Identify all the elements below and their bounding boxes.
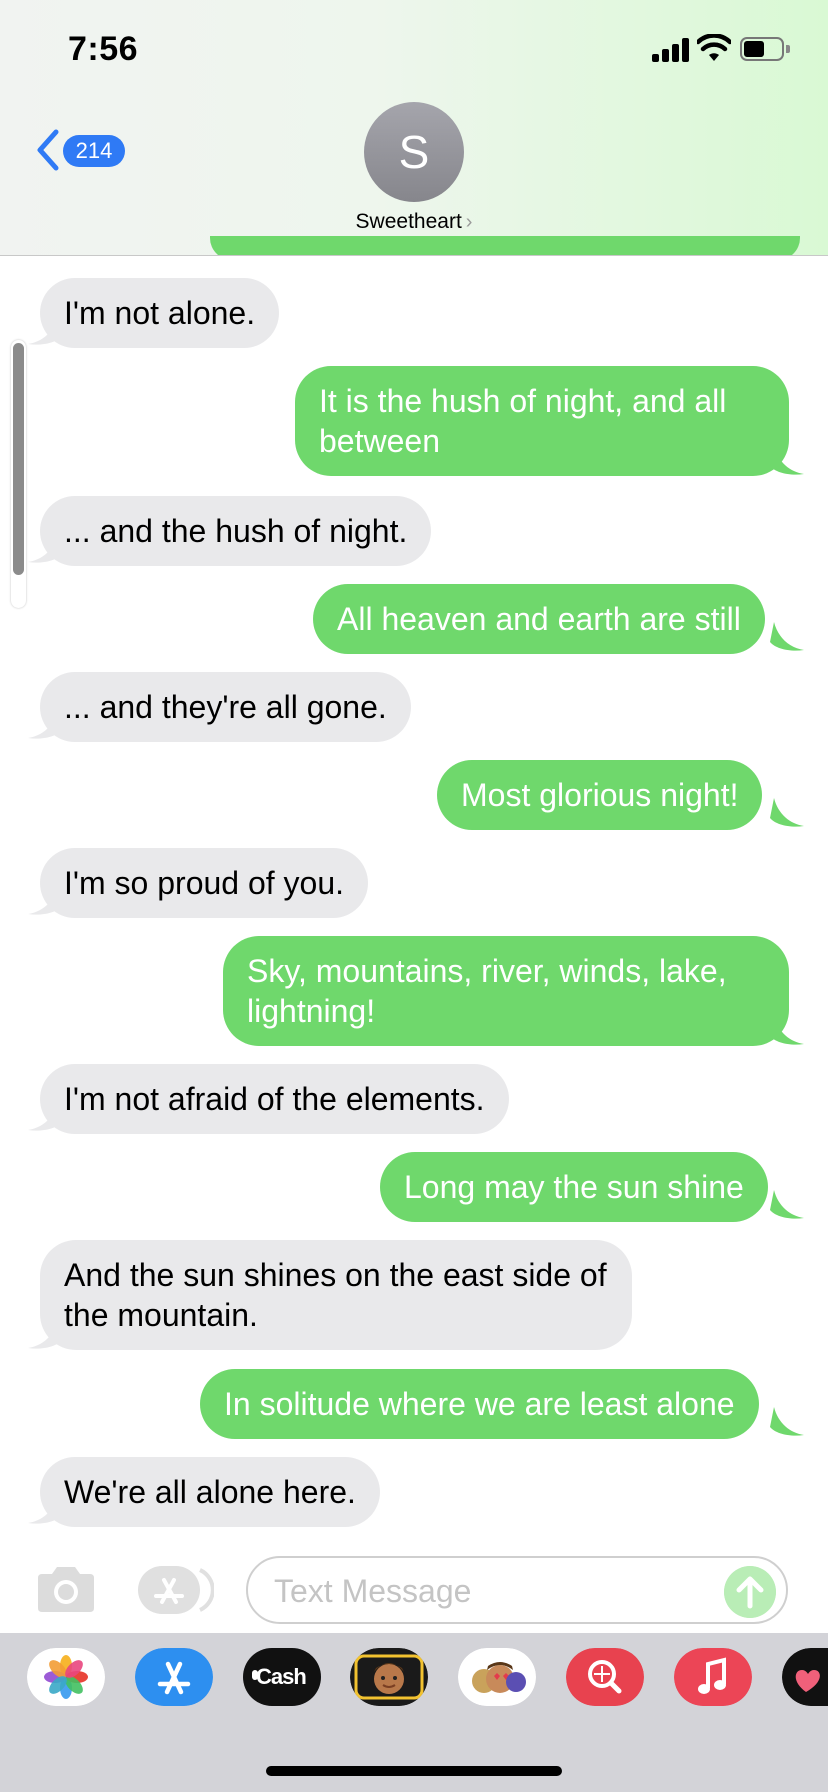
- back-button[interactable]: 214: [30, 128, 126, 172]
- contact-name: Sweetheart: [355, 210, 462, 233]
- contact-name-button[interactable]: Sweetheart ›: [300, 210, 528, 234]
- received-message[interactable]: ... and the hush of night.: [40, 496, 432, 566]
- received-message[interactable]: I'm not alone.: [40, 278, 280, 348]
- image-search-icon[interactable]: [566, 1648, 644, 1706]
- received-message[interactable]: I'm not afraid of the elements.: [40, 1064, 509, 1134]
- bubble-tail: [28, 710, 62, 739]
- bubble-tail: [770, 1407, 804, 1436]
- camera-icon[interactable]: [34, 1564, 98, 1614]
- wifi-icon: [697, 34, 731, 61]
- bubble-tail: [28, 316, 62, 345]
- apple-logo-icon: [252, 1670, 258, 1680]
- send-arrow-icon[interactable]: [724, 1566, 776, 1618]
- home-indicator[interactable]: [266, 1766, 562, 1776]
- memoji-stickers-icon[interactable]: [458, 1648, 536, 1706]
- apple-cash-icon[interactable]: Cash: [243, 1648, 321, 1706]
- sent-message[interactable]: All heaven and earth are still: [313, 584, 765, 654]
- received-message[interactable]: And the sun shines on the east side of t…: [40, 1240, 632, 1350]
- sent-message[interactable]: Sky, mountains, river, winds, lake, ligh…: [223, 936, 789, 1046]
- music-icon[interactable]: [674, 1648, 752, 1706]
- sent-message[interactable]: Long may the sun shine: [380, 1152, 768, 1222]
- app-store-icon[interactable]: [135, 1648, 213, 1706]
- photos-icon[interactable]: [27, 1648, 105, 1706]
- app-store-icon[interactable]: [138, 1566, 214, 1614]
- bubble-tail: [770, 1016, 804, 1045]
- conversation-header: 7:56 214 S Sweetheart ›: [0, 0, 828, 256]
- bubble-tail: [770, 622, 804, 651]
- bubble-tail: [28, 886, 62, 915]
- unread-count-badge: 214: [63, 135, 125, 167]
- bubble-tail: [770, 1190, 804, 1219]
- bubble-tail: [28, 534, 62, 563]
- previous-message-bubble: [210, 236, 800, 255]
- chevron-right-icon: ›: [465, 211, 473, 233]
- bubble-tail: [770, 446, 804, 475]
- chevron-left-icon: [37, 129, 59, 171]
- message-input[interactable]: Text Message: [246, 1556, 788, 1624]
- memoji-icon[interactable]: [350, 1648, 428, 1706]
- message-input-placeholder: Text Message: [274, 1573, 472, 1609]
- sent-message[interactable]: It is the hush of night, and all between: [295, 366, 789, 476]
- avatar[interactable]: S: [364, 102, 464, 202]
- bubble-tail: [770, 798, 804, 827]
- battery-icon: [740, 37, 790, 61]
- cellular-signal-icon: [652, 38, 690, 62]
- bubble-tail: [28, 1102, 62, 1131]
- sent-message[interactable]: In solitude where we are least alone: [200, 1369, 759, 1439]
- received-message[interactable]: I'm so proud of you.: [40, 848, 369, 918]
- received-message[interactable]: ... and they're all gone.: [40, 672, 411, 742]
- scrollbar-thumb[interactable]: [13, 343, 24, 575]
- status-time: 7:56: [68, 30, 139, 68]
- bubble-tail: [28, 1320, 62, 1349]
- apple-cash-label: Cash: [256, 1664, 307, 1689]
- sent-message[interactable]: Most glorious night!: [437, 760, 763, 830]
- bubble-tail: [28, 1495, 62, 1524]
- received-message[interactable]: We're all alone here.: [40, 1457, 380, 1527]
